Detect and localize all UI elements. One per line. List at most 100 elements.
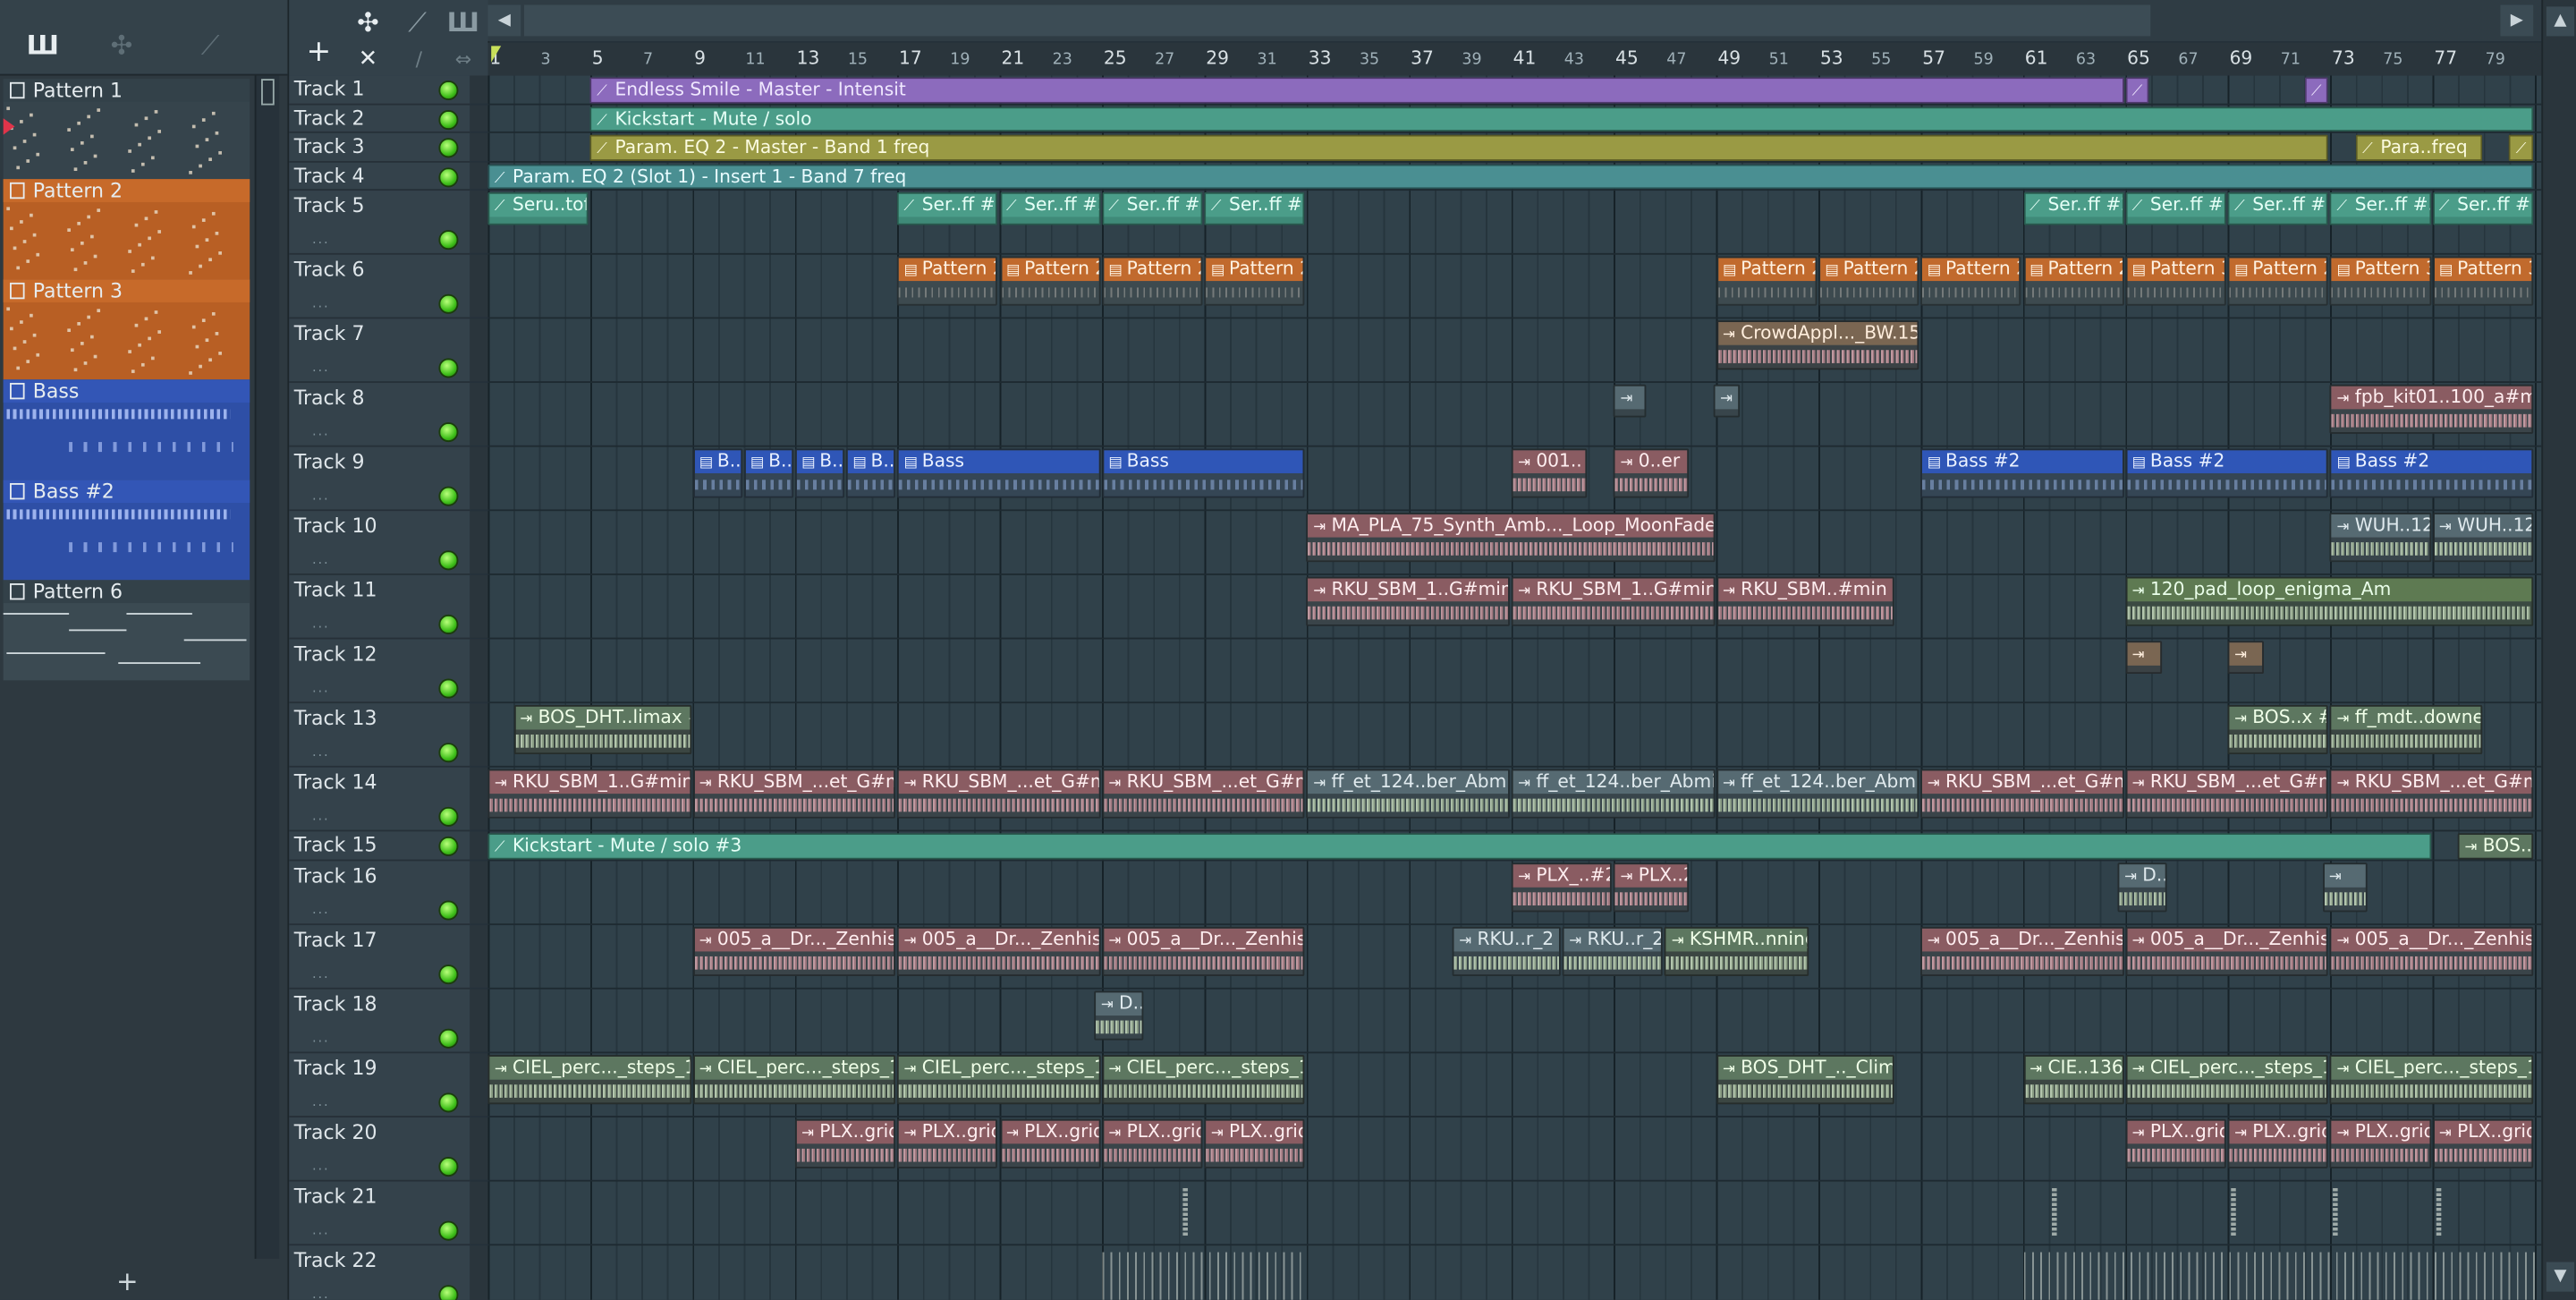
playlist-clip[interactable]: ⇥005_a__Dr..._Zenhiser [692, 925, 896, 976]
scroll-left-icon[interactable]: ◀ [487, 4, 521, 37]
stretch-icon[interactable]: ⇔ [450, 43, 476, 76]
playlist-clip[interactable]: ▤ Pattern 2 [1102, 256, 1203, 306]
playlist-clip[interactable]: ⇥ [1614, 384, 1646, 418]
add-pattern-button[interactable]: + [0, 1265, 255, 1298]
track-mute-led[interactable] [438, 964, 459, 984]
track-mute-led[interactable] [438, 166, 459, 187]
track-header[interactable]: Track 1 [289, 75, 470, 105]
pattern-item[interactable]: Pattern 3 [3, 279, 250, 380]
playlist-clip[interactable]: ⟋ Param. EQ 2 (Slot 1) - Insert 1 - Band … [487, 163, 2534, 190]
automation-tool-icon[interactable]: ⟋ [404, 6, 430, 39]
automation-icon[interactable]: ⟋ [194, 30, 227, 63]
track-header[interactable]: Track 2 [289, 104, 470, 133]
song-overview[interactable]: ◀ ▶ [487, 0, 2542, 41]
scroll-thumb[interactable] [261, 79, 275, 106]
playlist-clip[interactable]: ⇥fpb_kit01..100_a#m_2 [2330, 384, 2534, 434]
piano-roll-icon[interactable]: Ш [26, 30, 59, 63]
track-resize-grip[interactable] [470, 132, 488, 161]
playlist-clip[interactable]: ⇥RKU_SBM_...et_G#min [1102, 769, 1306, 819]
playlist-clip[interactable]: ⇥ PLX..grid [1102, 1117, 1203, 1168]
track-header[interactable]: Track 13... [289, 703, 470, 768]
playlist-clip[interactable]: ⟋ Ser..ff #2 [999, 191, 1101, 225]
audio-hit[interactable] [1182, 1187, 1188, 1236]
track-resize-grip[interactable] [470, 382, 488, 446]
audio-hit[interactable] [2231, 1187, 2236, 1236]
track-mute-led[interactable] [438, 899, 459, 920]
playlist-clip[interactable]: ⇥ CrowdAppl..._BW.15928 [1716, 320, 1919, 370]
playlist-clip[interactable]: ⇥005_a__Dr..._Zenhiser [2125, 925, 2329, 976]
playlist-clip[interactable]: ⟋ Ser..ff #3 [2125, 191, 2226, 225]
track-mute-led[interactable] [438, 1219, 459, 1240]
track-header[interactable]: Track 3 [289, 132, 470, 162]
audio-hit[interactable] [2436, 1187, 2441, 1236]
track-resize-grip[interactable] [470, 511, 488, 574]
track-header[interactable]: Track 12... [289, 639, 470, 704]
playlist-clip[interactable]: ⟋ Ser..ff #3 [897, 191, 998, 225]
playlist-clip[interactable]: ⇥ PLX..grid [999, 1117, 1101, 1168]
track-header[interactable]: Track 11... [289, 574, 470, 640]
playlist-clip[interactable]: ⇥ D.. [1094, 990, 1144, 1040]
hihat-clip-content[interactable] [1102, 1251, 1307, 1300]
track-mute-led[interactable] [438, 806, 459, 827]
playlist-clip[interactable]: ⇥ ff_et_124..ber_Abmin [1511, 769, 1715, 819]
track-header[interactable]: Track 10... [289, 511, 470, 575]
track-resize-grip[interactable] [470, 1245, 488, 1300]
track-resize-grip[interactable] [470, 1052, 488, 1116]
playlist-clip[interactable]: ⇥ [1713, 384, 1741, 418]
track-resize-grip[interactable] [470, 319, 488, 382]
playlist-clip[interactable]: ⇥ 120_pad_loop_enigma_Am [2125, 576, 2534, 626]
playlist-clip[interactable]: ⇥ ff_mdt..downer [2330, 704, 2482, 755]
pattern-tool-icon[interactable]: Ш [447, 6, 479, 39]
playlist-clip[interactable]: ⇥005_a__Dr..._Zenhiser [897, 925, 1101, 976]
playlist-clip[interactable]: ▤ Pattern 3 [2330, 256, 2431, 306]
track-mute-led[interactable] [438, 614, 459, 634]
track-resize-grip[interactable] [470, 446, 488, 510]
track-resize-grip[interactable] [470, 1180, 488, 1244]
scroll-right-icon[interactable]: ▶ [2500, 4, 2534, 37]
playlist-clip[interactable]: ⇥005_a__Dr..._Zenhiser [1920, 925, 2124, 976]
playlist-clip[interactable]: ⟋ Ser..ff #2 [2022, 191, 2124, 225]
playlist-clip[interactable]: ⇥ PLX..grid [794, 1117, 896, 1168]
track-mute-led[interactable] [438, 678, 459, 699]
playlist-clip[interactable]: ▤ B.. [845, 448, 896, 498]
playlist-clip[interactable]: ▤ Pattern 2 [2227, 256, 2329, 306]
track-resize-grip[interactable] [470, 191, 488, 253]
pattern-item[interactable]: Pattern 6 [3, 580, 250, 681]
track-header[interactable]: Track 17... [289, 924, 470, 989]
track-mute-led[interactable] [438, 1284, 459, 1300]
playlist-clip[interactable]: ⇥ MA_PLA_75_Synth_Amb..._Loop_MoonFade_G#… [1306, 513, 1715, 563]
playlist-clip[interactable]: ⇥ RKU_SBM_1..G#min #2 [487, 769, 691, 819]
playlist-clip[interactable]: ▤ B.. [794, 448, 845, 498]
playlist-clip[interactable]: ⇥ BOS_DHT..limax #2 [513, 704, 691, 755]
playlist-grid[interactable]: ⟋ Endless Smile - Master - Intensit ⟋ ⟋ ⟋ Kic… [487, 75, 2542, 1300]
playlist-clip[interactable]: ⇥CIEL_perc..._steps_136 [692, 1054, 896, 1104]
playlist-clip[interactable]: ▤ B.. [692, 448, 742, 498]
track-mute-led[interactable] [438, 109, 459, 130]
playlist-clip[interactable]: ⇥RKU_SBM_...et_G#min [2125, 769, 2329, 819]
playlist-clip[interactable]: ⟋Para..freq [2509, 134, 2534, 161]
playlist-clip[interactable]: ▤ Pattern 2 [1818, 256, 1919, 306]
track-mute-led[interactable] [438, 80, 459, 101]
playlist-clip[interactable]: ⟋ [2125, 77, 2150, 103]
playhead-marker[interactable] [491, 46, 502, 63]
track-mute-led[interactable] [438, 836, 459, 856]
playlist-clip[interactable]: ⇥ RKU..r_2 [1452, 925, 1562, 976]
playlist-clip[interactable]: ⇥CIEL_perc..._steps_136 [1102, 1054, 1306, 1104]
track-header[interactable]: Track 19... [289, 1052, 470, 1117]
audio-hit[interactable] [2052, 1187, 2057, 1236]
playlist-clip[interactable]: ⟋ Ser..ff #3 [1102, 191, 1203, 225]
track-mute-led[interactable] [438, 486, 459, 506]
hihat-clip-content[interactable] [2022, 1251, 2536, 1300]
track-header[interactable]: Track 8... [289, 382, 470, 447]
track-header[interactable]: Track 4 [289, 161, 470, 191]
playlist-clip[interactable]: ⇥ RKU_SBM_1..G#min #2 [1511, 576, 1715, 626]
track-header[interactable]: Track 9... [289, 446, 470, 512]
playlist-clip[interactable]: ⇥RKU_SBM_...et_G#min [897, 769, 1101, 819]
playlist-clip[interactable]: ▤ Bass #2 [2125, 448, 2329, 498]
track-resize-grip[interactable] [470, 1117, 488, 1179]
playlist-clip[interactable]: ⟋ Ser..ff #3 [2330, 191, 2431, 225]
draw-icon[interactable]: ∕ [408, 43, 431, 76]
playlist-clip[interactable]: ⇥RKU_SBM_...et_G#min [1920, 769, 2124, 819]
playlist-clip[interactable]: ⇥ WUH..123 [2432, 513, 2534, 563]
playlist-clip[interactable]: ⇥ RKU_SBM..#min #2 [1716, 576, 1894, 626]
